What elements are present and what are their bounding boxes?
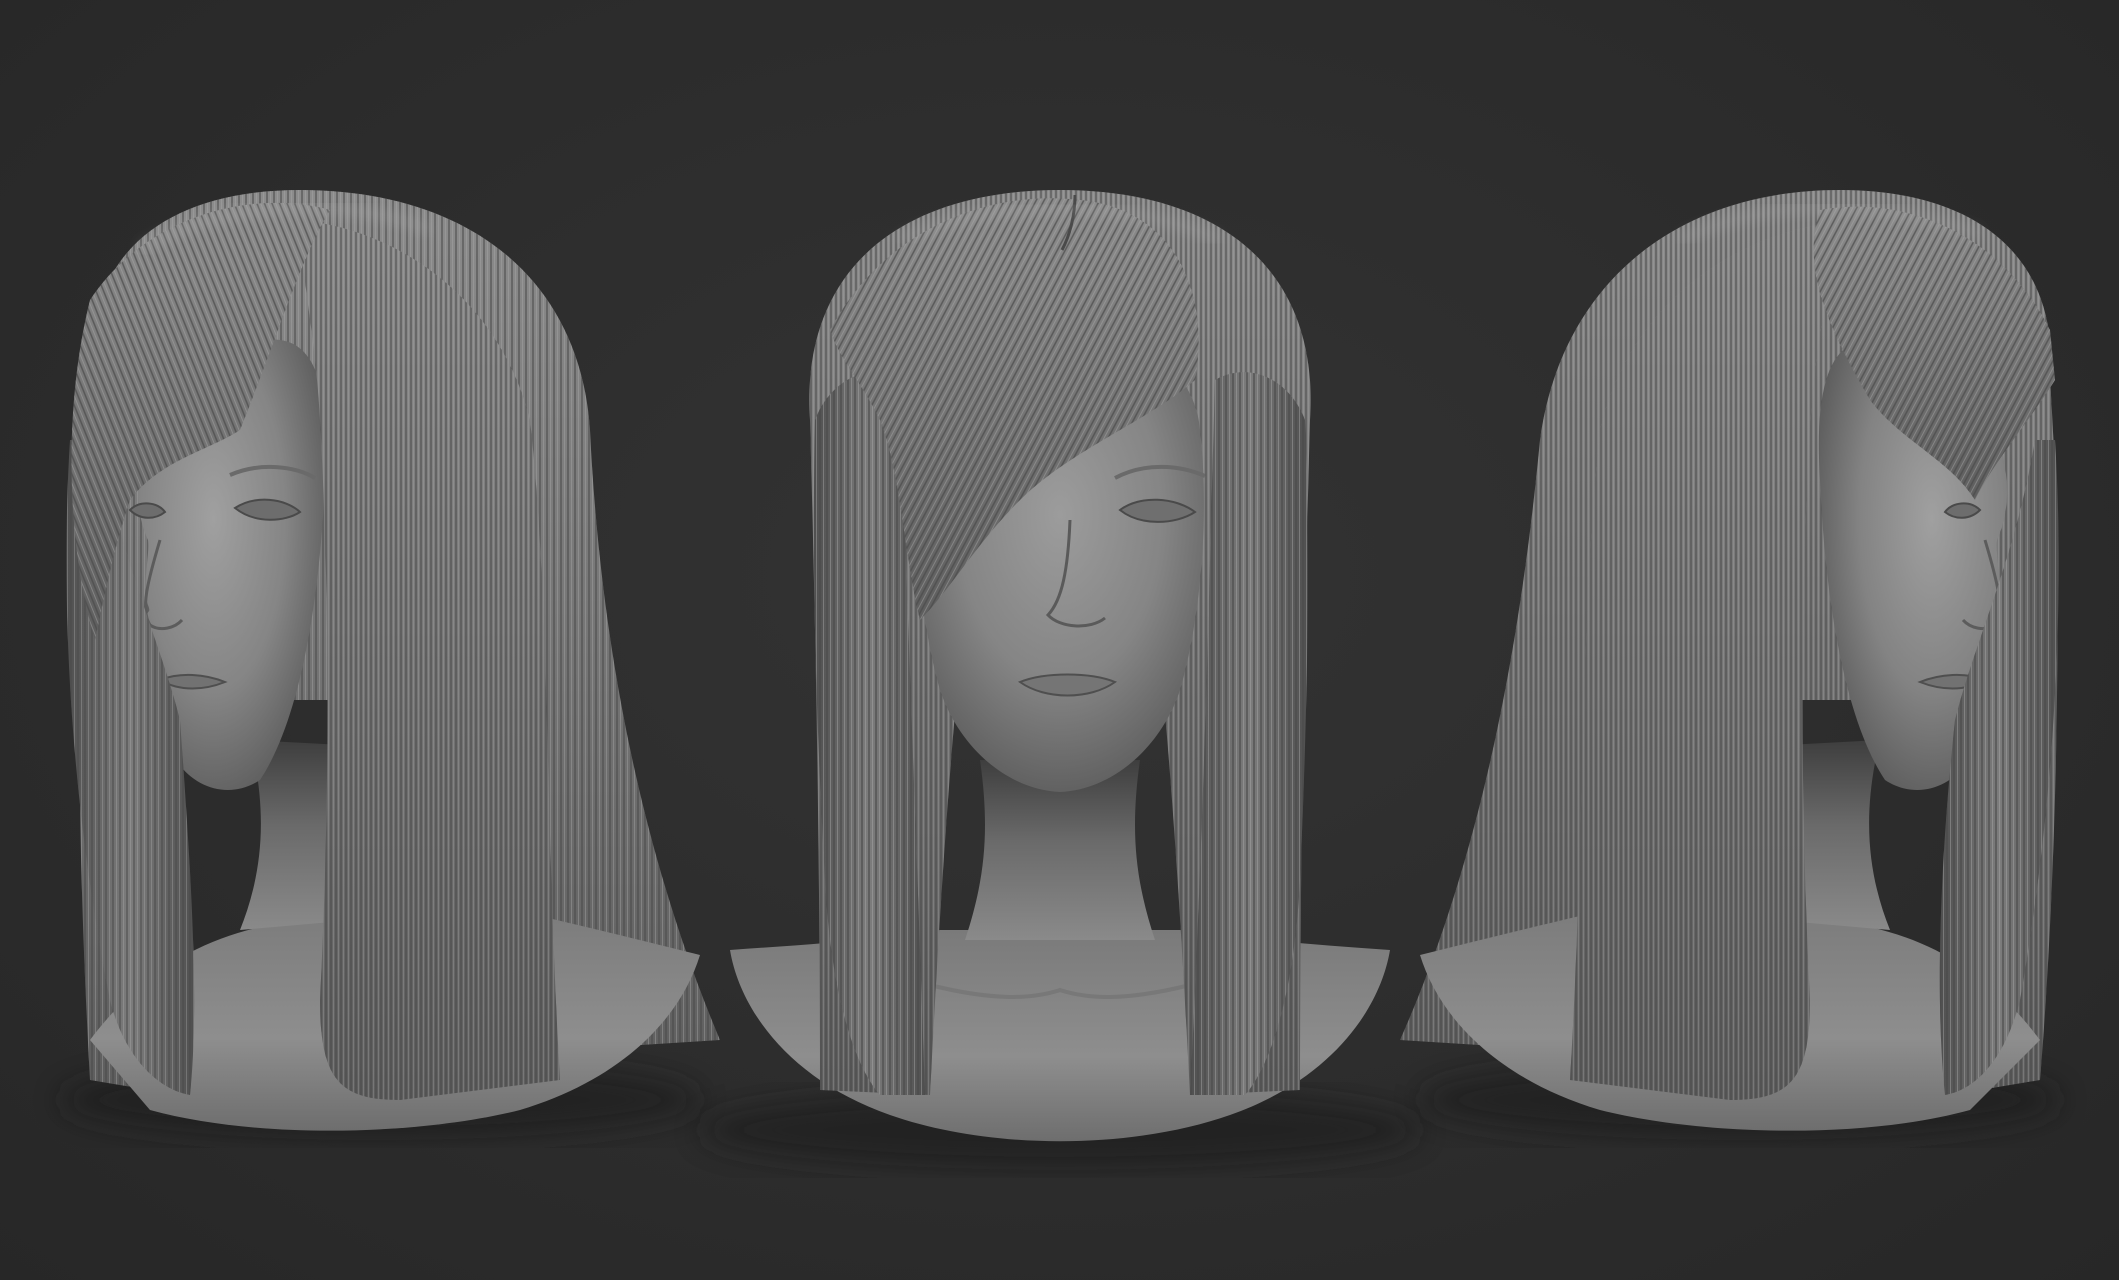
three-quarter-right-view bbox=[1400, 190, 2060, 1140]
front-view bbox=[700, 190, 1420, 1170]
render-canvas bbox=[60, 190, 2060, 1170]
render-viewport bbox=[0, 0, 2119, 1280]
three-quarter-left-view bbox=[60, 190, 720, 1140]
